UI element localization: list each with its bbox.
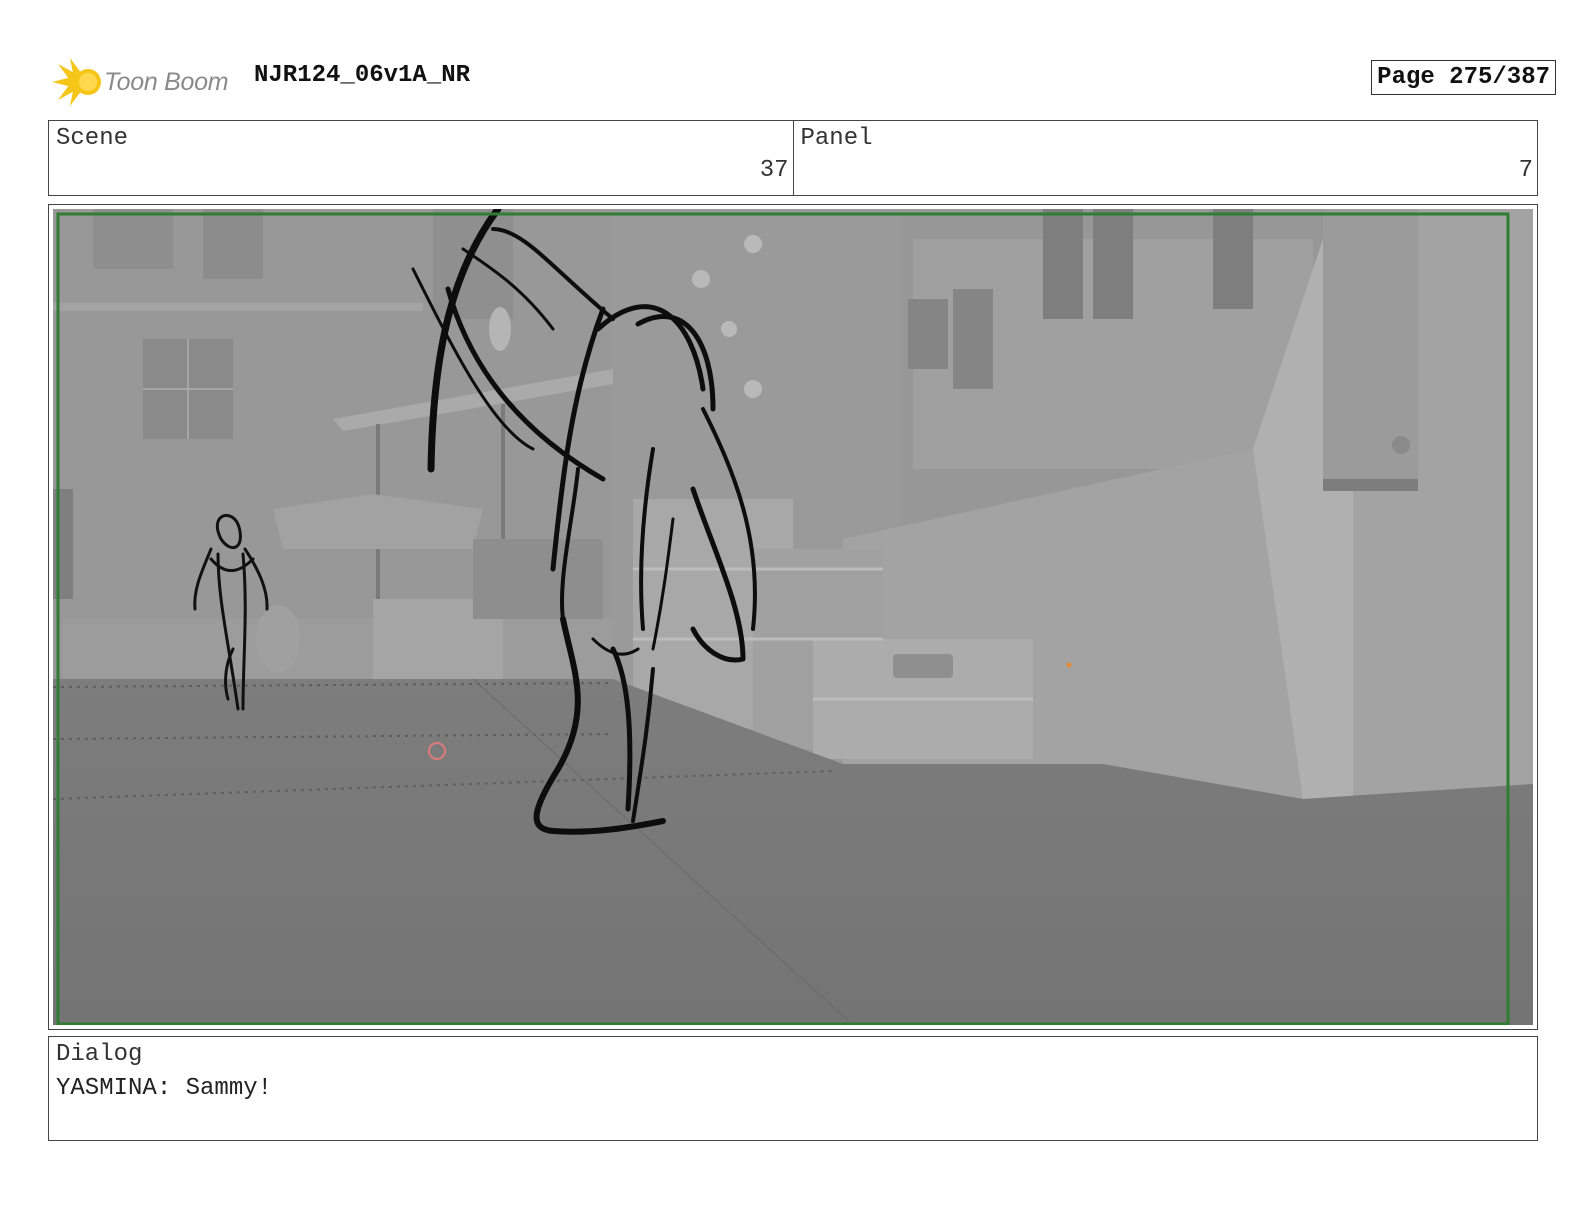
left-buildings <box>53 209 623 679</box>
dialog-box: Dialog YASMINA: Sammy! <box>48 1036 1538 1141</box>
logo-text: Toon Boom <box>104 68 229 96</box>
panel-label: Panel <box>800 125 873 152</box>
scene-label: Scene <box>56 125 129 152</box>
page-number: Page 275/387 <box>1371 60 1556 95</box>
document-title: NJR124_06v1A_NR <box>254 62 471 89</box>
panel-number: 7 <box>1518 157 1533 184</box>
panel-cell: Panel 7 <box>792 121 1538 195</box>
storyboard-sketch <box>53 209 1533 1025</box>
dialog-label: Dialog <box>56 1041 143 1068</box>
storyboard-frame <box>48 204 1538 1030</box>
scene-number: 37 <box>759 157 789 184</box>
page-header: Toon Boom NJR124_06v1A_NR Page 275/387 <box>48 52 1556 108</box>
storyboard-image <box>53 209 1533 1025</box>
scene-panel-row: Scene 37 Panel 7 <box>48 120 1538 196</box>
dialog-text: YASMINA: Sammy! <box>56 1075 273 1102</box>
toon-boom-logo: Toon Boom <box>48 56 243 108</box>
scene-cell: Scene 37 <box>49 121 793 195</box>
toon-boom-logo-icon <box>52 58 101 106</box>
